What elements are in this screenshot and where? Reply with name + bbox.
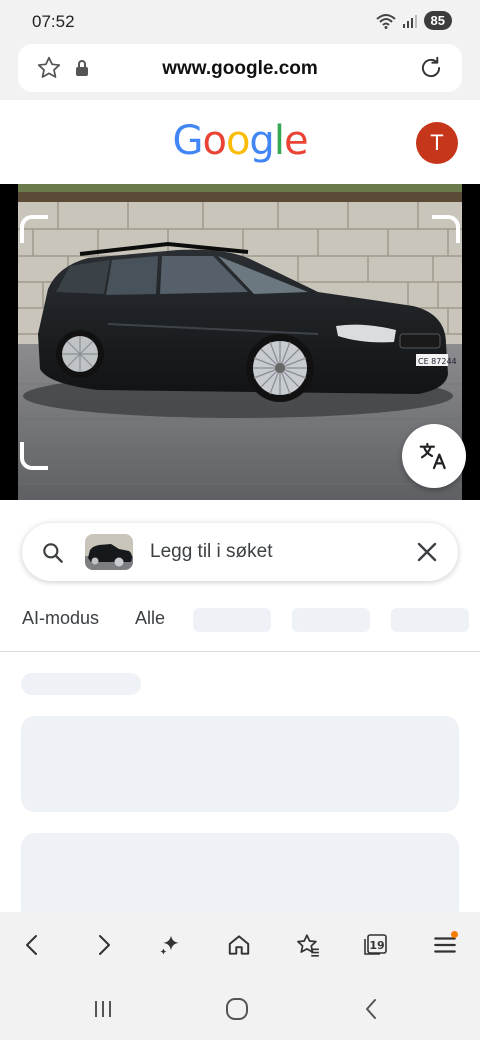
system-back-icon[interactable] <box>357 994 387 1024</box>
rear-wheel <box>56 330 104 378</box>
avatar[interactable]: T <box>416 122 458 164</box>
crop-corner-top-right[interactable] <box>432 215 460 243</box>
logo-letter: g <box>249 118 274 164</box>
tab-placeholder <box>391 608 469 632</box>
search-input[interactable]: Legg til i søket <box>22 523 458 581</box>
system-navigation-bar <box>0 978 480 1040</box>
url-text[interactable]: www.google.com <box>18 58 462 80</box>
crop-corner-bottom-left[interactable] <box>20 442 48 470</box>
logo-letter: e <box>283 118 309 164</box>
car-photo: CE 87244 <box>18 184 462 500</box>
back-icon[interactable] <box>16 928 50 962</box>
home-circle-icon[interactable] <box>222 994 252 1024</box>
forward-icon[interactable] <box>86 928 120 962</box>
bookmarks-icon[interactable] <box>291 928 325 962</box>
logo-letter: G <box>172 118 203 164</box>
status-icons: 85 <box>375 11 452 30</box>
search-icon <box>40 540 66 571</box>
license-plate: CE 87244 <box>418 357 457 366</box>
logo-letter: o <box>202 118 227 164</box>
tab-placeholder <box>292 608 370 632</box>
reload-icon[interactable] <box>418 55 444 86</box>
loading-skeleton-line <box>21 673 141 695</box>
tabs-divider <box>0 651 480 652</box>
wifi-icon <box>375 13 396 29</box>
front-wheel <box>246 334 314 402</box>
translate-icon <box>419 442 446 470</box>
tab-ai-mode[interactable]: AI-modus <box>22 608 99 629</box>
home-icon[interactable] <box>222 928 256 962</box>
status-bar: 07:52 85 <box>0 0 480 44</box>
signal-icon <box>402 14 417 28</box>
crop-corner-top-left[interactable] <box>20 215 48 243</box>
search-placeholder: Legg til i søket <box>150 541 273 562</box>
ai-sparkle-icon[interactable] <box>154 928 188 962</box>
recents-icon[interactable] <box>88 994 118 1024</box>
logo-letter: l <box>273 118 285 164</box>
loading-skeleton-card <box>21 716 459 812</box>
browser-bottom-toolbar: 19 <box>0 912 480 978</box>
notification-dot <box>451 931 458 938</box>
loading-skeleton-card <box>21 833 459 923</box>
url-bar[interactable]: www.google.com <box>18 44 462 92</box>
logo-letter: o <box>225 118 251 164</box>
tab-count: 19 <box>369 939 384 952</box>
query-image-thumbnail[interactable] <box>85 534 133 570</box>
google-header: Google T <box>0 100 480 184</box>
translate-button[interactable] <box>402 424 466 488</box>
search-tabs: AI-modus Alle <box>22 600 480 640</box>
tab-placeholder <box>193 608 271 632</box>
status-time: 07:52 <box>32 12 75 31</box>
browser-top-bar: www.google.com <box>0 44 480 100</box>
google-logo[interactable]: Google <box>0 118 480 164</box>
lens-image-area[interactable]: CE 87244 <box>0 184 480 500</box>
tab-all[interactable]: Alle <box>135 608 165 629</box>
battery-badge: 85 <box>423 11 452 30</box>
close-icon[interactable] <box>416 541 438 568</box>
menu-icon[interactable] <box>428 928 462 962</box>
tabs-icon[interactable]: 19 <box>359 928 393 962</box>
